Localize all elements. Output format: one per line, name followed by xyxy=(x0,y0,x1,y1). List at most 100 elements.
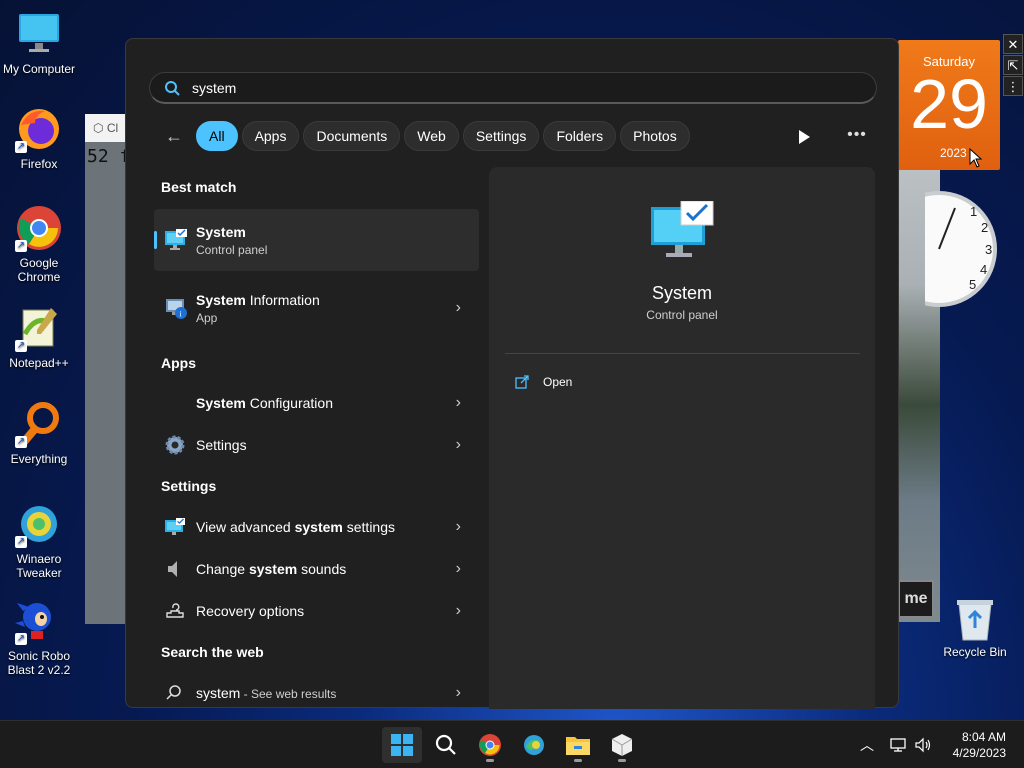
setting-view-advanced-system-settings[interactable]: View advanced system settings › xyxy=(154,508,479,546)
desktop-icon-label: Notepad++ xyxy=(9,356,69,370)
desktop-icon-everything[interactable]: ↗ Everything xyxy=(1,400,77,466)
desktop-icon-winaero-tweaker[interactable]: ↗ Winaero Tweaker xyxy=(1,500,77,580)
result-detail-pane: System Control panel Open xyxy=(489,167,875,709)
result-system-control-panel[interactable]: System Control panel xyxy=(154,209,479,271)
file-explorer-icon xyxy=(566,737,590,755)
desktop-icon-sonic-robo-blast[interactable]: ↗ Sonic Robo Blast 2 v2.2 xyxy=(1,597,77,677)
cube-app-icon: ⬡ xyxy=(93,121,104,135)
running-indicator xyxy=(574,759,582,762)
search-panel: ← All Apps Documents Web Settings Folder… xyxy=(125,38,899,709)
system-information-icon: i xyxy=(166,299,187,319)
cube-app-icon xyxy=(611,734,633,756)
desktop-icon-label: Sonic Robo Blast 2 v2.2 xyxy=(7,649,71,677)
chevron-right-icon[interactable]: › xyxy=(456,436,461,454)
notepad-plus-plus-icon: ↗ xyxy=(15,304,63,352)
chevron-right-icon[interactable]: › xyxy=(456,299,461,317)
result-system-information[interactable]: i System Information App › xyxy=(154,277,479,339)
detail-subtitle: Control panel xyxy=(646,308,718,322)
result-subtitle: Control panel xyxy=(196,242,268,257)
calendar-date: 29 xyxy=(910,65,988,143)
gadget-resize-icon[interactable]: ⇱ xyxy=(1003,55,1023,75)
chevron-right-icon[interactable]: › xyxy=(456,560,461,578)
taskbar-chrome[interactable] xyxy=(470,727,510,763)
desktop-icon-firefox[interactable]: ↗ Firefox xyxy=(1,105,77,171)
winaero-tweaker-icon: ↗ xyxy=(15,500,63,548)
settings-header: Settings xyxy=(161,478,217,494)
calendar-gadget: Saturday 29 2023 xyxy=(898,40,1000,170)
edge-icon xyxy=(524,735,544,755)
filter-settings[interactable]: Settings xyxy=(462,121,540,151)
web-search-result[interactable]: system - See web results › xyxy=(154,674,479,712)
filter-web[interactable]: Web xyxy=(404,121,459,151)
open-action[interactable]: Open xyxy=(515,371,572,393)
setting-recovery-options[interactable]: Recovery options › xyxy=(154,592,479,630)
search-box[interactable] xyxy=(149,72,877,104)
item-label: system - See web results xyxy=(196,685,337,701)
search-web-header: Search the web xyxy=(161,644,264,660)
network-icon[interactable] xyxy=(890,737,908,753)
item-label: Settings xyxy=(196,437,247,453)
more-options-icon[interactable]: ••• xyxy=(846,125,868,145)
chevron-up-icon[interactable]: ︿ xyxy=(860,735,874,755)
filter-all[interactable]: All xyxy=(196,121,238,151)
magnifier-icon: ↗ xyxy=(15,400,63,448)
system-monitor-icon xyxy=(165,229,187,250)
taskbar-cube-app[interactable] xyxy=(602,727,642,763)
desktop-icon-label: My Computer xyxy=(2,62,76,76)
speaker-icon xyxy=(168,561,177,577)
desktop-icon-chrome[interactable]: ↗ Google Chrome xyxy=(1,204,77,284)
detail-title: System xyxy=(651,283,712,303)
setting-change-system-sounds[interactable]: Change system sounds › xyxy=(154,550,479,588)
search-input[interactable] xyxy=(192,79,832,96)
mouse-cursor-icon xyxy=(969,148,983,168)
item-label: Recovery options xyxy=(196,603,305,619)
apps-header: Apps xyxy=(161,355,196,371)
running-indicator xyxy=(486,759,494,762)
start-button[interactable] xyxy=(382,727,422,763)
taskbar-clock[interactable]: 8:04 AM 4/29/2023 xyxy=(953,729,1006,761)
chevron-right-icon[interactable]: › xyxy=(456,684,461,702)
item-label: Change system sounds xyxy=(196,561,347,577)
result-subtitle: App xyxy=(196,310,218,325)
gadget-drag-icon[interactable]: ⋮ xyxy=(1003,76,1023,96)
app-system-configuration[interactable]: System Configuration › xyxy=(154,384,479,422)
volume-icon[interactable] xyxy=(914,737,932,753)
chevron-right-icon[interactable]: › xyxy=(456,394,461,412)
recovery-icon xyxy=(166,603,184,618)
back-arrow-icon[interactable]: ← xyxy=(162,124,186,148)
advanced-system-settings-icon xyxy=(165,518,185,535)
shortcut-arrow-icon: ↗ xyxy=(15,633,27,645)
filter-apps[interactable]: Apps xyxy=(241,121,300,151)
desktop-icon-recycle-bin[interactable]: Recycle Bin xyxy=(942,596,1008,659)
sonic-icon: ↗ xyxy=(15,597,63,645)
desktop-icon-my-computer[interactable]: My Computer xyxy=(1,10,77,76)
chrome-icon: ↗ xyxy=(15,204,63,252)
desktop-icon-label: Google Chrome xyxy=(17,256,61,284)
system-tray: ︿ xyxy=(860,721,932,768)
filter-folders[interactable]: Folders xyxy=(543,121,617,151)
shortcut-arrow-icon: ↗ xyxy=(15,436,27,448)
firefox-icon: ↗ xyxy=(15,105,63,153)
chrome-icon xyxy=(479,734,501,756)
gadget-close-icon[interactable]: ✕ xyxy=(1003,34,1023,54)
result-title: System xyxy=(196,223,246,240)
chevron-right-icon[interactable]: › xyxy=(456,602,461,620)
taskbar-time: 8:04 AM xyxy=(961,730,1006,744)
taskbar-file-explorer[interactable] xyxy=(558,727,598,763)
chevron-right-icon[interactable]: › xyxy=(456,518,461,536)
running-indicator xyxy=(618,759,626,762)
taskbar-search-button[interactable] xyxy=(426,727,466,763)
filter-documents[interactable]: Documents xyxy=(303,121,401,151)
taskbar: ︿ 8:04 AM 4/29/2023 xyxy=(0,720,1024,768)
desktop-icon-notepad-plus-plus[interactable]: ↗ Notepad++ xyxy=(1,304,77,370)
game-menu-button[interactable]: me xyxy=(898,580,934,618)
clock-number: 5 xyxy=(969,277,976,292)
play-icon[interactable] xyxy=(794,127,814,147)
start-icon xyxy=(391,734,413,756)
monitor-icon xyxy=(15,10,63,58)
app-settings[interactable]: Settings › xyxy=(154,426,479,464)
filter-photos[interactable]: Photos xyxy=(620,121,690,151)
search-filters: ← All Apps Documents Web Settings Folder… xyxy=(162,121,694,151)
clock-number: 4 xyxy=(980,262,987,277)
taskbar-edge[interactable] xyxy=(514,727,554,763)
